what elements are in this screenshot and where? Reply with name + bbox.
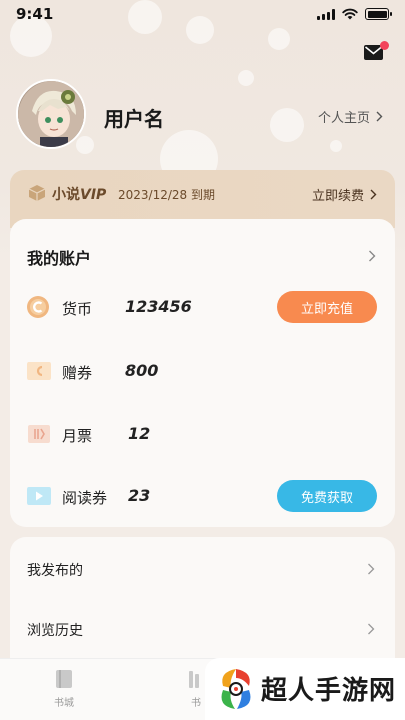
homepage-link[interactable]: 个人主页	[318, 107, 383, 126]
status-bar: 9:41	[0, 0, 405, 30]
account-row-label: 阅读券	[62, 489, 108, 507]
battery-icon	[365, 8, 392, 20]
account-row-monthly-ticket: 月票 12	[27, 419, 377, 449]
reading-voucher-icon	[27, 487, 51, 505]
recharge-button[interactable]: 立即充值	[277, 291, 377, 323]
watermark: 超人手游网	[205, 658, 405, 720]
vip-box-icon	[28, 185, 46, 201]
free-get-button[interactable]: 免费获取	[277, 480, 377, 512]
chevron-right-icon	[376, 111, 383, 122]
account-row-label: 赠券	[62, 364, 93, 382]
username[interactable]: 用户名	[104, 103, 164, 132]
account-row-value: 800	[125, 361, 159, 380]
account-card: 我的账户 货币 123456 立即充值 赠券 800 月票 12 阅读券 23 …	[10, 219, 395, 527]
account-row-currency: 货币 123456 立即充值	[27, 291, 377, 323]
bookshelf-icon	[189, 671, 199, 688]
chevron-right-icon	[370, 189, 377, 200]
watermark-logo-icon	[221, 669, 251, 709]
nav-label: 书城	[54, 698, 74, 709]
vip-expiry: 2023/12/28 到期	[118, 188, 215, 202]
account-row-value: 23	[128, 486, 151, 505]
menu-item-history[interactable]: 浏览历史	[27, 613, 377, 643]
chevron-right-icon[interactable]	[368, 250, 376, 262]
chevron-right-icon	[368, 623, 375, 635]
nav-label: 书	[191, 698, 201, 709]
vip-title: 小说VIP	[52, 184, 106, 204]
monthly-ticket-icon	[28, 425, 50, 443]
account-row-label: 货币	[62, 300, 93, 318]
nav-item-bookstore[interactable]: 书城	[54, 669, 74, 709]
chevron-right-icon	[368, 563, 375, 575]
menu-item-label: 我发布的	[27, 563, 83, 579]
menu-item-published[interactable]: 我发布的	[27, 553, 377, 583]
renew-button[interactable]: 立即续费	[312, 185, 377, 204]
avatar[interactable]	[16, 79, 86, 149]
vip-title-suffix: VIP	[80, 187, 107, 203]
account-row-reading-voucher: 阅读券 23 免费获取	[27, 480, 377, 512]
account-row-gift-coupon: 赠券 800	[27, 356, 377, 386]
gift-coupon-icon	[27, 362, 51, 380]
status-time: 9:41	[16, 5, 54, 23]
currency-coin-icon	[27, 296, 49, 318]
bookstore-icon	[56, 670, 72, 688]
homepage-link-label: 个人主页	[317, 111, 370, 126]
cellular-signal-icon	[317, 8, 335, 20]
menu-item-label: 浏览历史	[27, 623, 83, 639]
vip-title-prefix: 小说	[52, 187, 80, 203]
renew-label: 立即续费	[311, 189, 364, 204]
wifi-icon	[342, 8, 358, 20]
menu-card: 我发布的 浏览历史	[10, 537, 395, 662]
account-title[interactable]: 我的账户	[27, 245, 91, 269]
watermark-text: 超人手游网	[261, 676, 397, 706]
status-icons	[317, 8, 392, 20]
unread-badge	[380, 41, 389, 50]
account-row-label: 月票	[62, 427, 93, 445]
account-row-value: 12	[128, 424, 151, 443]
nav-item-bookshelf[interactable]: 书	[186, 669, 206, 709]
account-row-value: 123456	[125, 297, 192, 316]
